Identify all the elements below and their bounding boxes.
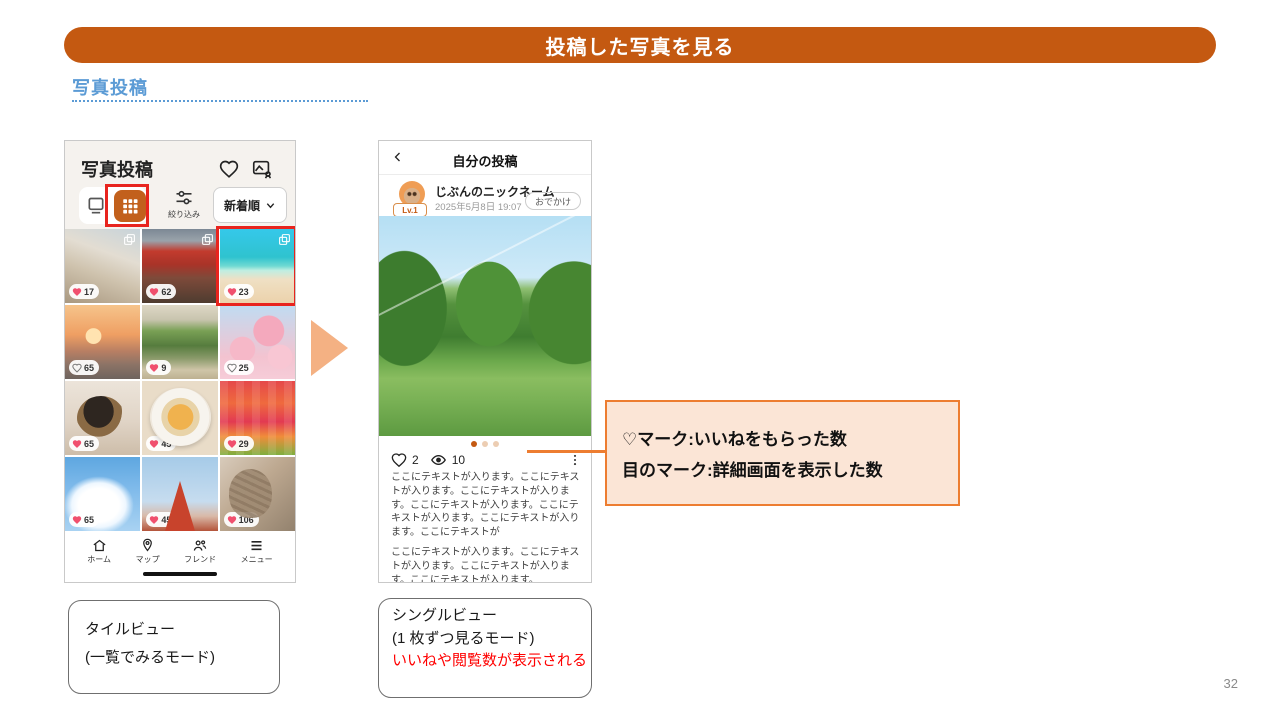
photo-tile-shiba-dog[interactable]: 65 (65, 381, 140, 455)
callout-leader-line (527, 450, 607, 453)
nav-menu[interactable]: メニュー (241, 533, 273, 569)
pagination-dots (379, 441, 591, 447)
like-badge: 25 (224, 360, 254, 375)
like-badge: 9 (146, 360, 171, 375)
callout-line-2: 目のマーク:詳細画面を表示した数 (622, 456, 958, 481)
like-badge: 65 (69, 436, 99, 451)
level-badge: Lv.1 (393, 203, 427, 217)
home-indicator-bar (143, 572, 217, 576)
page-number: 32 (1208, 676, 1238, 691)
category-tag[interactable]: おでかけ (525, 192, 581, 210)
pagination-dot (493, 441, 499, 447)
filter-button[interactable]: 絞り込み (163, 188, 205, 220)
like-badge: 62 (146, 284, 176, 299)
post-datetime: 2025年5月8日 19:07 (435, 199, 522, 213)
caption-single-view: シングルビュー (1 枚ずつ見るモード) いいねや閲覧数が表示される (378, 598, 592, 698)
photo-tile-stairs-town[interactable]: 17 (65, 229, 140, 303)
like-view-row: 2 10 (391, 452, 582, 468)
sort-dropdown[interactable]: 新着順 (213, 187, 287, 223)
slide-title-banner: 投稿した写真を見る (64, 27, 1216, 63)
tile-view-screenshot: 写真投稿 絞り込み 新着順 (64, 140, 296, 583)
caption-single-red-note: いいねや閲覧数が表示される (392, 650, 591, 673)
single-view-screenshot: 自分の投稿 Lv.1 じぶんのニックネーム 2025年5月8日 19:07 おで… (378, 140, 592, 583)
caption-tile-line-1: タイルビュー (85, 616, 279, 644)
like-count: 2 (412, 453, 419, 467)
view-count: 10 (452, 453, 465, 467)
like-badge: 45 (146, 436, 176, 451)
highlight-rect-beach-photo (216, 226, 296, 306)
pagination-dot (482, 441, 488, 447)
like-heart-icon[interactable] (391, 452, 407, 468)
filter-label: 絞り込み (163, 209, 205, 220)
tile-view-title: 写真投稿 (81, 156, 153, 182)
flow-arrow-icon (311, 320, 348, 376)
photo-tile-ramen[interactable]: 45 (142, 381, 217, 455)
single-view-header: 自分の投稿 (379, 141, 591, 175)
photo-tile-sky-clouds[interactable]: 65 (65, 457, 140, 531)
photo-tile-tulips[interactable]: 29 (220, 381, 295, 455)
slide-title: 投稿した写真を見る (546, 31, 735, 60)
section-underline (72, 86, 368, 102)
callout-box: ♡マーク:いいねをもらった数 目のマーク:詳細画面を表示した数 (605, 400, 960, 506)
photo-tile-cat[interactable]: 106 (220, 457, 295, 531)
nav-map[interactable]: マップ (136, 533, 160, 569)
callout-line-1: ♡マーク:いいねをもらった数 (622, 425, 958, 450)
single-view-title: 自分の投稿 (379, 151, 591, 170)
caption-single-line-1: シングルビュー (392, 605, 591, 628)
views-eye-icon (430, 452, 447, 468)
menu-icon (249, 538, 264, 553)
caption-single-line-2: (1 枚ずつ見るモード) (392, 628, 591, 651)
caption-tile-line-2: (一覧でみるモード) (85, 644, 279, 672)
photo-tile-tokyo-tower[interactable]: 45 (142, 457, 217, 531)
photo-tile-sunset-lake[interactable]: 65 (65, 305, 140, 379)
photo-tile-green-alley[interactable]: 9 (142, 305, 217, 379)
like-badge: 17 (69, 284, 99, 299)
post-body: ここにテキストが入ります。ここにテキストが入ります。ここにテキストが入ります。こ… (391, 471, 582, 583)
bottom-nav: ホーム マップ フレンド メニュー (65, 533, 295, 569)
sort-label: 新着順 (224, 197, 260, 214)
tile-view-header: 写真投稿 絞り込み 新着順 (65, 141, 295, 229)
caption-tile-view: タイルビュー (一覧でみるモード) (68, 600, 280, 694)
post-photo-park[interactable] (379, 216, 591, 436)
multi-photo-icon (201, 233, 214, 246)
kebab-menu-icon[interactable] (568, 452, 582, 468)
post-paragraph-2: ここにテキストが入ります。ここにテキストが入ります。ここにテキストが入ります。こ… (391, 546, 582, 583)
home-icon (92, 538, 107, 553)
like-badge: 65 (69, 360, 99, 375)
highlight-rect-grid-button (105, 184, 149, 227)
map-pin-icon (140, 538, 155, 553)
multi-photo-icon (123, 233, 136, 246)
friends-icon (192, 538, 208, 553)
photo-tile-cherry-blossom[interactable]: 25 (220, 305, 295, 379)
like-badge: 29 (224, 436, 254, 451)
pagination-dot-active (471, 441, 477, 447)
nav-friends[interactable]: フレンド (184, 533, 216, 569)
photo-search-icon[interactable] (251, 158, 273, 180)
like-badge: 65 (69, 512, 99, 527)
favorites-heart-icon[interactable] (219, 159, 239, 179)
post-paragraph-1: ここにテキストが入ります。ここにテキストが入ります。ここにテキストが入ります。こ… (391, 471, 582, 540)
like-badge: 106 (224, 512, 259, 527)
like-badge: 45 (146, 512, 176, 527)
chevron-down-icon (265, 200, 276, 211)
photo-tile-shopping-street[interactable]: 62 (142, 229, 217, 303)
nav-home[interactable]: ホーム (87, 533, 111, 569)
